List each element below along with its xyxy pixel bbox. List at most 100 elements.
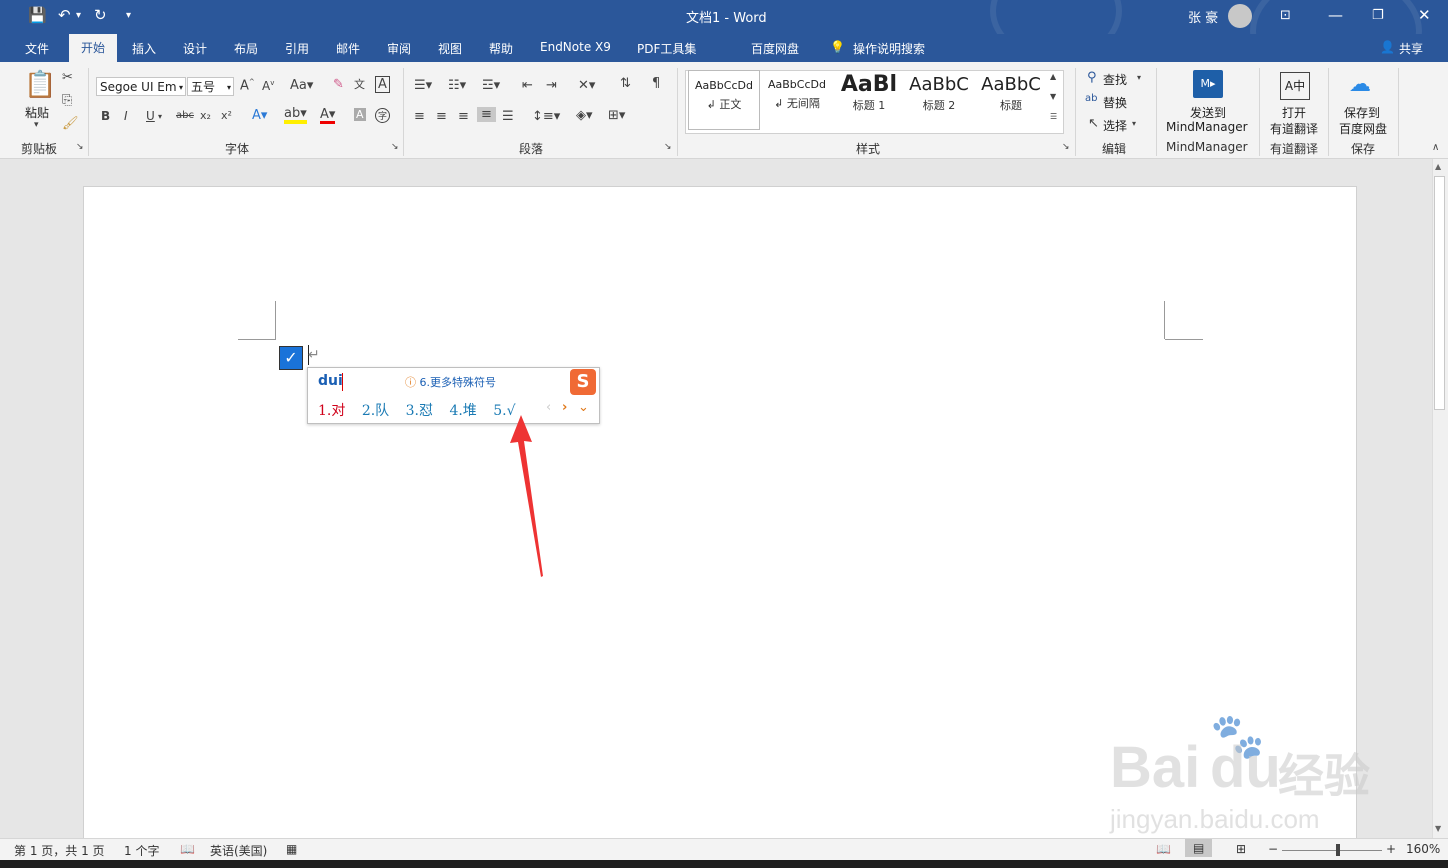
- ime-next-page-icon[interactable]: ›: [562, 400, 567, 415]
- find-dropdown-icon[interactable]: ▾: [1137, 73, 1141, 82]
- undo-icon[interactable]: ↶: [58, 6, 71, 24]
- increase-indent-icon[interactable]: ⇥: [546, 78, 557, 93]
- ime-candidate-3[interactable]: 3.怼: [406, 403, 433, 419]
- ime-expand-icon[interactable]: ⌄: [578, 400, 589, 415]
- align-right-icon[interactable]: ≡: [458, 109, 469, 124]
- chinese-layout-icon[interactable]: ✕▾: [578, 78, 595, 93]
- shrink-font-icon[interactable]: Av: [262, 79, 274, 93]
- paste-icon[interactable]: 📋: [24, 70, 56, 100]
- select-icon[interactable]: ↖: [1088, 116, 1099, 131]
- show-formatting-icon[interactable]: ¶: [652, 76, 660, 91]
- underline-dropdown-icon[interactable]: ▾: [158, 112, 162, 121]
- paste-button[interactable]: 粘贴: [25, 104, 49, 121]
- tab-references[interactable]: 引用: [285, 40, 309, 57]
- restore-icon[interactable]: ❐: [1372, 8, 1384, 23]
- character-shading-icon[interactable]: A: [354, 108, 366, 121]
- tab-endnote[interactable]: EndNote X9: [540, 40, 611, 54]
- scrollbar-thumb[interactable]: [1434, 176, 1445, 410]
- font-name-dropdown-icon[interactable]: ▾: [179, 78, 183, 97]
- scroll-up-icon[interactable]: ▲: [1435, 162, 1441, 171]
- copy-icon[interactable]: ⎘: [62, 93, 72, 108]
- zoom-out-icon[interactable]: −: [1268, 842, 1278, 856]
- ime-candidate-2[interactable]: 2.队: [362, 403, 389, 419]
- multilevel-list-icon[interactable]: ☲▾: [482, 78, 500, 93]
- baidu-netdisk-icon[interactable]: ☁: [1349, 72, 1371, 97]
- paste-dropdown-icon[interactable]: ▾: [34, 120, 39, 130]
- cut-icon[interactable]: ✂: [62, 70, 73, 85]
- tab-home[interactable]: 开始: [69, 34, 118, 62]
- open-youdao-line2[interactable]: 有道翻译: [1270, 120, 1318, 137]
- numbering-icon[interactable]: ☷▾: [448, 78, 466, 93]
- styles-scroll-up-icon[interactable]: ▲: [1050, 72, 1056, 81]
- tab-mailings[interactable]: 邮件: [336, 40, 360, 57]
- text-effects-icon[interactable]: A▾: [252, 108, 267, 123]
- character-border-icon[interactable]: A: [375, 76, 390, 93]
- zoom-slider[interactable]: [1282, 850, 1382, 851]
- ribbon-display-options-icon[interactable]: ⊡: [1280, 8, 1291, 23]
- zoom-in-icon[interactable]: +: [1386, 842, 1396, 856]
- grow-font-icon[interactable]: A^: [240, 78, 255, 93]
- subscript-button[interactable]: x₂: [200, 109, 211, 122]
- change-case-icon[interactable]: Aa▾: [290, 78, 313, 93]
- tab-pdf-tools[interactable]: PDF工具集: [637, 40, 696, 57]
- format-painter-icon[interactable]: 🖌: [62, 116, 79, 131]
- save-icon[interactable]: 💾: [28, 6, 47, 24]
- language-indicator[interactable]: 英语(美国): [210, 842, 267, 859]
- undo-dropdown-icon[interactable]: ▾: [76, 10, 81, 21]
- replace-icon[interactable]: ab: [1085, 93, 1097, 104]
- font-size-dropdown-icon[interactable]: ▾: [227, 78, 231, 97]
- ime-special-symbols-tip[interactable]: ⓘ 6.更多特殊符号: [405, 374, 496, 390]
- font-color-icon[interactable]: A▾: [320, 108, 336, 124]
- mindmanager-icon[interactable]: M▸: [1193, 70, 1223, 98]
- tab-file[interactable]: 文件: [25, 40, 49, 57]
- tab-review[interactable]: 审阅: [387, 40, 411, 57]
- proofing-icon[interactable]: 📖: [180, 842, 195, 856]
- shading-icon[interactable]: ◈▾: [576, 108, 593, 123]
- zoom-level[interactable]: 160%: [1406, 842, 1440, 856]
- send-to-mindmanager-line1[interactable]: 发送到: [1190, 104, 1226, 121]
- styles-launcher-icon[interactable]: ↘: [1062, 142, 1070, 152]
- clear-formatting-icon[interactable]: ✎: [333, 77, 344, 92]
- page-count[interactable]: 第 1 页，共 1 页: [14, 842, 105, 859]
- borders-icon[interactable]: ⊞▾: [608, 108, 625, 123]
- strikethrough-button[interactable]: abc: [176, 110, 194, 121]
- select-button[interactable]: 选择: [1103, 117, 1127, 134]
- style-title[interactable]: AaBbC 标题: [976, 70, 1046, 128]
- styles-more-icon[interactable]: ☰: [1050, 112, 1057, 121]
- checkmark-symbol[interactable]: ✓: [279, 346, 303, 370]
- paragraph-launcher-icon[interactable]: ↘: [664, 142, 672, 152]
- tab-design[interactable]: 设计: [183, 40, 207, 57]
- font-size-box[interactable]: 五号 ▾: [187, 77, 234, 96]
- find-button[interactable]: 查找: [1103, 71, 1127, 88]
- decrease-indent-icon[interactable]: ⇤: [522, 78, 533, 93]
- open-youdao-line1[interactable]: 打开: [1282, 104, 1306, 121]
- style-heading-2[interactable]: AaBbC 标题 2: [904, 70, 974, 128]
- select-dropdown-icon[interactable]: ▾: [1132, 119, 1136, 128]
- ime-prev-page-icon[interactable]: ‹: [546, 400, 551, 415]
- line-spacing-icon[interactable]: ↕≡▾: [532, 109, 560, 124]
- justify-icon[interactable]: ≡: [477, 107, 496, 122]
- align-left-icon[interactable]: ≡: [414, 109, 425, 124]
- style-normal[interactable]: AaBbCcDd ↲ 正文: [688, 70, 760, 130]
- web-layout-icon[interactable]: ⊞: [1236, 842, 1246, 856]
- tab-insert[interactable]: 插入: [132, 40, 156, 57]
- lightbulb-icon[interactable]: 💡: [830, 40, 845, 54]
- minimize-icon[interactable]: —: [1328, 6, 1343, 24]
- align-center-icon[interactable]: ≡: [436, 109, 447, 124]
- ime-candidate-1[interactable]: 1.对: [318, 403, 345, 419]
- distributed-icon[interactable]: ☰: [502, 109, 514, 124]
- superscript-button[interactable]: x²: [221, 109, 232, 122]
- ime-candidate-4[interactable]: 4.堆: [449, 403, 476, 419]
- avatar[interactable]: [1228, 4, 1252, 28]
- save-to-baidu-line2[interactable]: 百度网盘: [1339, 120, 1387, 137]
- print-layout-icon[interactable]: ▤: [1185, 839, 1213, 857]
- word-count[interactable]: 1 个字: [124, 842, 159, 859]
- bold-button[interactable]: B: [101, 109, 110, 123]
- enclose-characters-icon[interactable]: 字: [375, 108, 391, 123]
- tab-layout[interactable]: 布局: [234, 40, 258, 57]
- clipboard-launcher-icon[interactable]: ↘: [76, 142, 84, 152]
- redo-icon[interactable]: ↻: [94, 6, 107, 24]
- phonetic-guide-icon[interactable]: 文: [354, 76, 365, 92]
- font-launcher-icon[interactable]: ↘: [391, 142, 399, 152]
- send-to-mindmanager-line2[interactable]: MindManager: [1166, 120, 1248, 134]
